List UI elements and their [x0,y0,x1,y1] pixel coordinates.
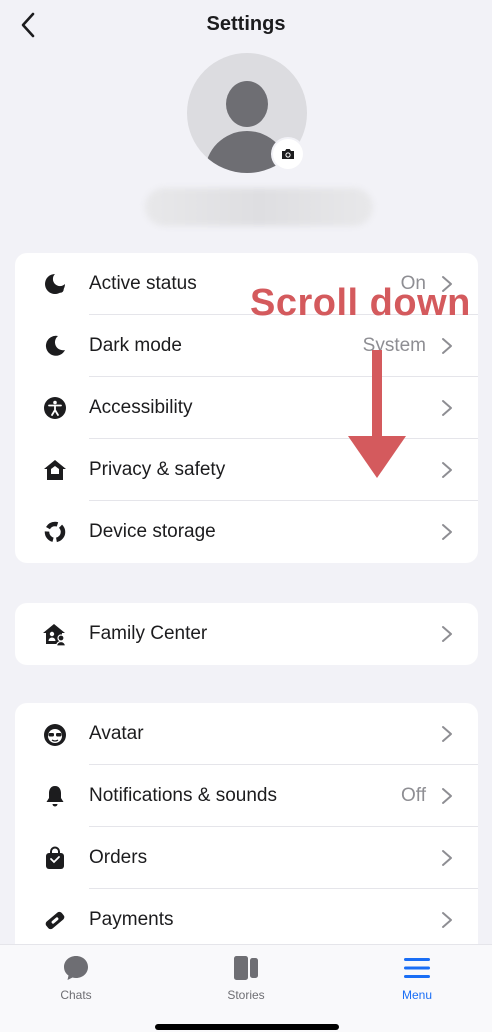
row-label: Active status [89,273,197,294]
chevron-right-icon [440,522,454,542]
page-title: Settings [206,13,286,35]
row-label: Avatar [89,723,144,744]
chevron-right-icon [440,624,454,644]
settings-group-family: Family Center [15,603,478,665]
tag-icon [41,906,69,934]
row-label: Device storage [89,521,216,542]
shopping-bag-icon [41,844,69,872]
row-label: Orders [89,847,148,868]
scroll-down-annotation: Scroll down [250,282,471,324]
row-label: Privacy & safety [89,459,226,480]
row-privacy-safety[interactable]: Privacy & safety [15,439,478,501]
row-label: Dark mode [89,335,182,356]
tab-label: Menu [401,988,433,1002]
bell-icon [41,782,69,810]
stories-icon [234,956,258,980]
family-home-icon [41,620,69,648]
row-notifications-sounds[interactable]: Notifications & sounds Off [15,765,478,827]
menu-icon [404,958,430,978]
camera-icon [282,149,294,159]
tab-chats[interactable]: Chats [26,953,126,1002]
chevron-right-icon [440,786,454,806]
tab-label: Stories [227,988,265,1002]
chevron-right-icon [440,398,454,418]
chevron-right-icon [440,910,454,930]
privacy-home-icon [41,456,69,484]
profile-name-redacted [145,188,373,226]
arrow-down-icon [348,350,406,478]
accessibility-icon [41,394,69,422]
row-family-center[interactable]: Family Center [15,603,478,665]
row-payments[interactable]: Payments [15,889,478,944]
chevron-right-icon [440,848,454,868]
home-indicator [155,1024,339,1030]
profile-avatar[interactable] [187,53,307,173]
row-label: Payments [89,909,174,930]
chat-bubble-icon [64,956,88,980]
tab-label: Chats [60,988,92,1002]
row-orders[interactable]: Orders [15,827,478,889]
settings-group-account: Avatar Notifications & sounds Off Orders… [15,703,478,944]
chevron-right-icon [440,460,454,480]
storage-icon [41,518,69,546]
chevron-right-icon [440,724,454,744]
row-value: Off [401,785,426,806]
row-avatar[interactable]: Avatar [15,703,478,765]
tab-stories[interactable]: Stories [196,953,296,1002]
avatar-face-icon [41,720,69,748]
chevron-right-icon [440,336,454,356]
row-accessibility[interactable]: Accessibility [15,377,478,439]
moon-icon [41,332,69,360]
change-photo-button[interactable] [273,139,303,169]
tab-bar: Chats Stories Menu [0,944,492,1032]
row-label: Notifications & sounds [89,785,277,806]
tab-menu[interactable]: Menu [367,953,467,1002]
row-label: Family Center [89,623,208,644]
row-label: Accessibility [89,397,193,418]
row-device-storage[interactable]: Device storage [15,501,478,563]
header: Settings [0,0,492,52]
active-status-icon [41,270,69,298]
